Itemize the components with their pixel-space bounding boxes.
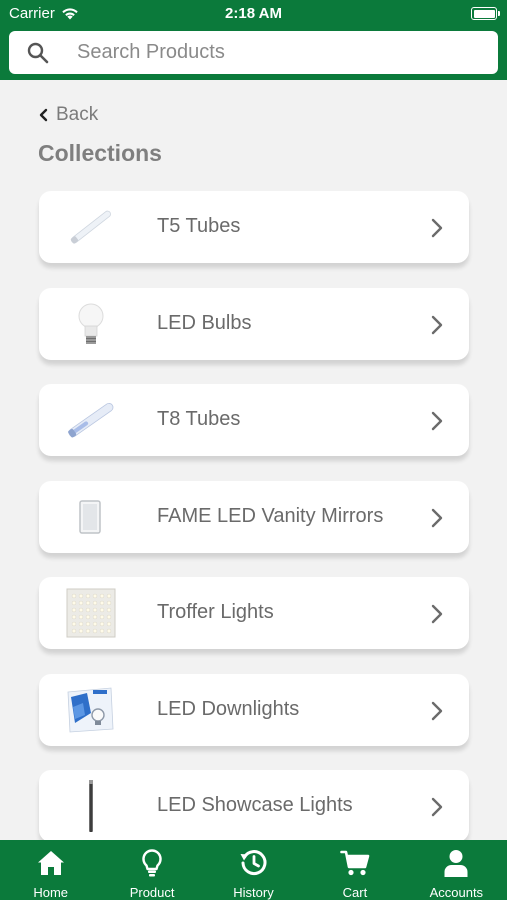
- search-bar[interactable]: [9, 31, 498, 74]
- tab-label: Cart: [342, 885, 368, 900]
- collection-item-fame-led-vanity-mirrors[interactable]: FAME LED Vanity Mirrors: [39, 480, 469, 553]
- t5-tube-image: [65, 200, 117, 254]
- chevron-right-icon: [431, 315, 443, 334]
- collection-label: Troffer Lights: [157, 601, 274, 623]
- status-time: 2:18 AM: [225, 5, 282, 22]
- chevron-right-icon: [431, 411, 443, 431]
- search-input[interactable]: [77, 31, 477, 74]
- tab-label: History: [233, 885, 274, 900]
- back-button[interactable]: Back: [38, 104, 98, 126]
- header-bar: Carrier 2:18 AM: [0, 0, 507, 80]
- tab-home[interactable]: Home: [0, 840, 101, 900]
- troffer-light-image: [65, 586, 117, 640]
- t8-tube-image: [65, 393, 117, 447]
- collection-item-t8-tubes[interactable]: T8 Tubes: [39, 384, 469, 456]
- history-icon: [240, 850, 266, 876]
- collection-label: T8 Tubes: [157, 408, 241, 430]
- collection-label: LED Showcase Lights: [157, 794, 353, 816]
- collection-item-troffer-lights[interactable]: Troffer Lights: [39, 577, 469, 649]
- tab-product[interactable]: Product: [101, 840, 202, 900]
- tab-accounts[interactable]: Accounts: [406, 840, 507, 900]
- collection-list: T5 Tubes LED Bulbs T8 Tubes FAME LED Van…: [39, 191, 469, 867]
- tab-label: Product: [129, 885, 175, 900]
- showcase-light-image: [65, 779, 117, 833]
- collection-label: LED Bulbs: [157, 311, 252, 334]
- collection-item-t5-tubes[interactable]: T5 Tubes: [39, 191, 469, 263]
- led-bulb-image: [65, 297, 117, 351]
- vanity-mirror-image: [65, 490, 117, 544]
- collection-label: T5 Tubes: [157, 215, 241, 237]
- downlight-image: [65, 683, 117, 737]
- tab-label: Home: [33, 885, 69, 900]
- account-icon: [444, 850, 468, 877]
- tab-history[interactable]: History: [203, 840, 304, 900]
- back-label: Back: [56, 104, 99, 125]
- collection-label: FAME LED Vanity Mirrors: [157, 504, 384, 527]
- tab-cart[interactable]: Cart: [304, 840, 405, 900]
- chevron-right-icon: [431, 797, 443, 817]
- lightbulb-icon: [142, 849, 162, 877]
- chevron-right-icon: [431, 701, 443, 720]
- tab-label: Accounts: [429, 885, 484, 900]
- bottom-tab-bar: Home Product History Cart Accounts: [0, 840, 507, 900]
- collection-item-led-showcase-lights[interactable]: LED Showcase Lights: [39, 770, 469, 842]
- status-bar: Carrier 2:18 AM: [0, 0, 507, 28]
- cart-icon: [340, 850, 370, 876]
- battery-icon: [471, 7, 500, 20]
- search-icon: [27, 42, 49, 64]
- chevron-right-icon: [431, 604, 443, 624]
- home-icon: [37, 851, 64, 875]
- chevron-left-icon: [39, 108, 48, 122]
- page-title: Collections: [38, 140, 162, 166]
- chevron-right-icon: [431, 508, 443, 527]
- chevron-right-icon: [431, 218, 443, 238]
- collection-item-led-downlights[interactable]: LED Downlights: [39, 673, 469, 746]
- collection-item-led-bulbs[interactable]: LED Bulbs: [39, 287, 469, 360]
- collection-label: LED Downlights: [157, 697, 300, 720]
